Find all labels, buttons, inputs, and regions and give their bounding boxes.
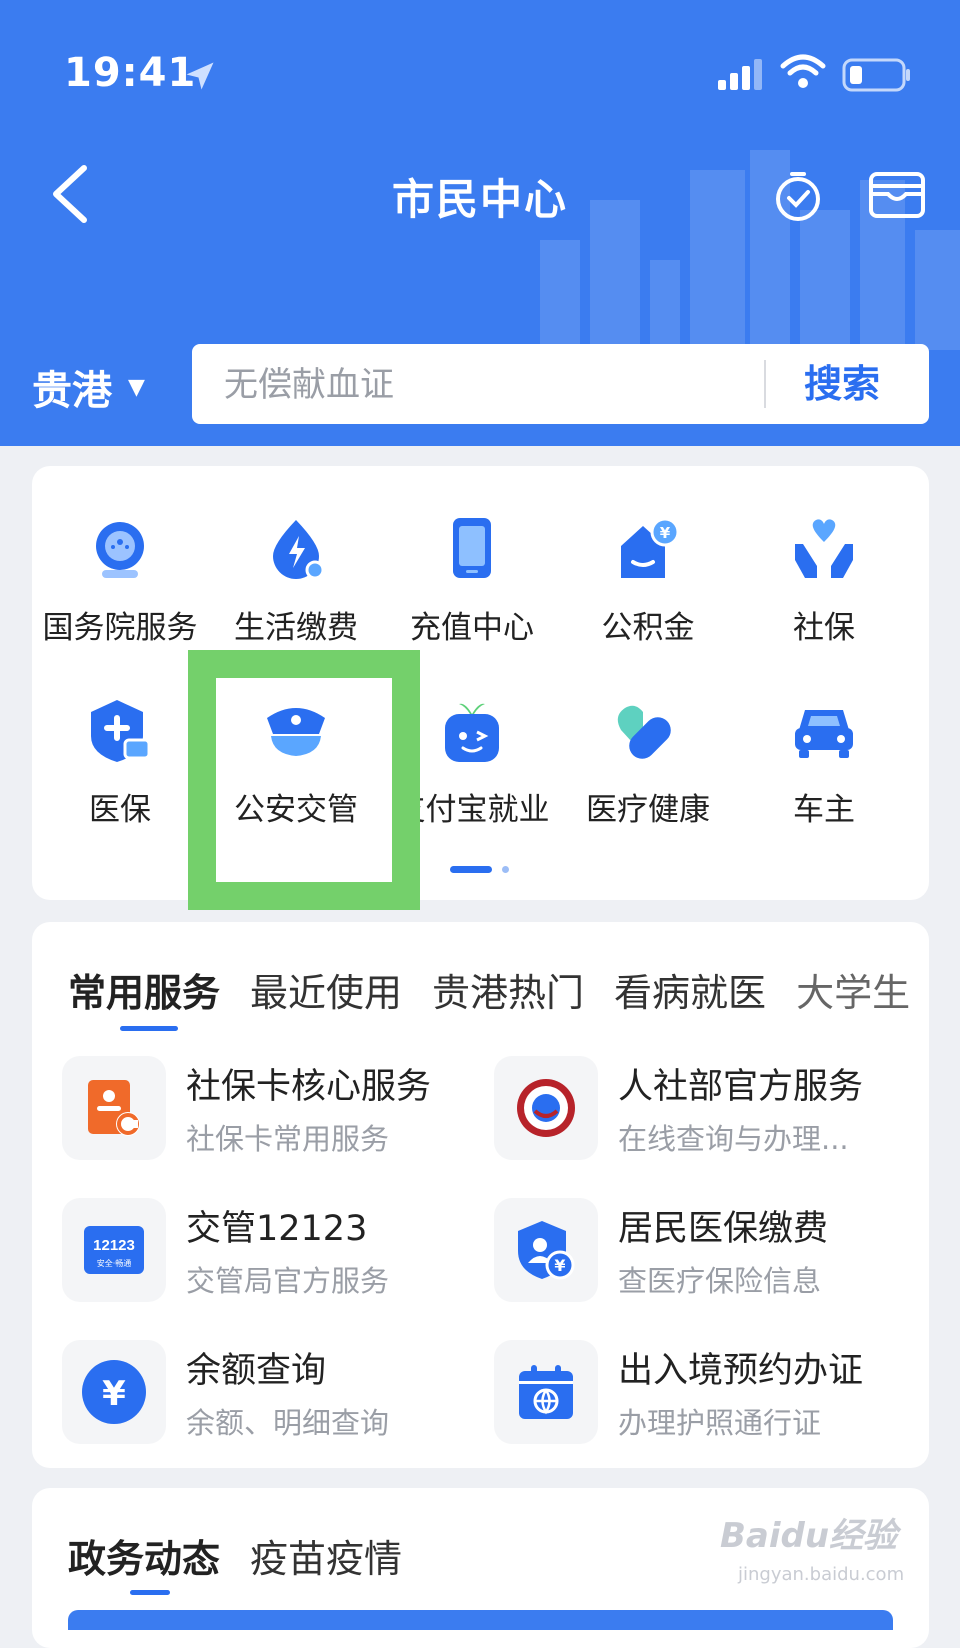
health-icon [617, 705, 671, 759]
grid-item-label: 医保 [89, 792, 151, 828]
news-tabs: 政务动态 疫苗疫情 [68, 1528, 432, 1583]
watermark-url: jingyan.baidu.com [738, 1564, 905, 1585]
grid-item-label: 充值中心 [410, 610, 534, 646]
cell-signal-icon [718, 59, 762, 90]
search-divider [764, 360, 766, 408]
battery-icon [842, 58, 910, 92]
icon-12123-text: 12123 [93, 1237, 135, 1254]
car-owner-icon [795, 710, 853, 758]
grid-item-utility-payment[interactable]: 生活缴费 [208, 514, 384, 647]
passport-calendar-icon [519, 1365, 573, 1419]
grid-item-label: 国务院服务 [42, 610, 198, 646]
caret-down-icon: ▼ [128, 374, 145, 400]
service-subtitle: 查医疗保险信息 [618, 1264, 822, 1298]
police-cap-icon [267, 708, 325, 756]
grid-item-state-council[interactable]: 国务院服务 [32, 514, 208, 647]
tab-gov-news[interactable]: 政务动态 [68, 1528, 220, 1583]
mohrss-badge-icon [517, 1079, 575, 1137]
service-item-balance[interactable]: ¥ 余额查询 余额、明细查询 [62, 1340, 482, 1444]
grid-item-label: 社保 [793, 610, 855, 646]
active-tab-indicator [120, 1026, 178, 1031]
grid-item-social-security[interactable]: 社保 [736, 514, 912, 647]
service-icon-tile [62, 1056, 166, 1160]
tab-vaccine[interactable]: 疫苗疫情 [250, 1528, 402, 1583]
housing-fund-icon: ¥ [621, 517, 680, 578]
grid-item-alipay-job[interactable]: 支付宝就业 [384, 696, 560, 829]
search-input[interactable] [222, 354, 726, 416]
service-item-social-card[interactable]: 社保卡核心服务 社保卡常用服务 [62, 1056, 482, 1160]
pager-indicator [502, 866, 509, 873]
active-tab-indicator [130, 1590, 170, 1595]
state-council-icon [96, 522, 144, 578]
service-item-mohrss[interactable]: 人社部官方服务 在线查询与办理... [494, 1056, 914, 1160]
city-selector[interactable]: 贵港 ▼ [32, 358, 145, 416]
traffic-12123-icon: 12123 安全·畅通 [84, 1226, 144, 1274]
service-title: 交管12123 [186, 1209, 368, 1249]
grid-item-police-traffic[interactable]: 公安交管 [208, 696, 384, 829]
tab-medical[interactable]: 看病就医 [614, 962, 766, 1017]
tab-local-hot[interactable]: 贵港热门 [432, 962, 584, 1017]
service-icon-tile [494, 1340, 598, 1444]
search-button[interactable]: 搜索 [804, 354, 880, 414]
service-grid: 国务院服务 生活缴费 充值中心 ¥ 公积金 社保 医保 公安交管 支付宝就业 医… [32, 466, 929, 900]
alarm-clock-icon[interactable] [770, 168, 826, 224]
service-item-medical-payment[interactable]: ¥ 居民医保缴费 查医疗保险信息 [494, 1198, 914, 1302]
tab-recent[interactable]: 最近使用 [250, 962, 402, 1017]
card-wallet-icon[interactable] [868, 168, 926, 222]
yuan-balance-icon: ¥ [82, 1360, 146, 1424]
social-security-icon [795, 519, 853, 578]
services-tabs: 常用服务 最近使用 贵港热门 看病就医 大学生 [68, 962, 929, 1017]
grid-item-label: 生活缴费 [234, 610, 358, 646]
alipay-job-icon [445, 703, 499, 762]
service-item-traffic-12123[interactable]: 12123 安全·畅通 交管12123 交管局官方服务 [62, 1198, 482, 1302]
svg-text:¥: ¥ [554, 1256, 565, 1275]
service-item-exit-entry[interactable]: 出入境预约办证 办理护照通行证 [494, 1340, 914, 1444]
service-subtitle: 交管局官方服务 [186, 1264, 390, 1298]
city-name: 贵港 [32, 368, 112, 414]
grid-item-health[interactable]: 医疗健康 [560, 696, 736, 829]
wifi-icon [780, 54, 826, 88]
svg-text:¥: ¥ [102, 1374, 126, 1414]
service-subtitle: 余额、明细查询 [186, 1406, 390, 1440]
phone-recharge-icon [453, 518, 491, 578]
medical-insurance-icon [91, 700, 151, 762]
watermark: Baidu经验 [720, 1516, 898, 1556]
service-subtitle: 在线查询与办理... [618, 1122, 849, 1156]
service-icon-tile [494, 1056, 598, 1160]
grid-item-recharge[interactable]: 充值中心 [384, 514, 560, 647]
utility-payment-icon [273, 520, 325, 580]
medical-payment-icon: ¥ [518, 1221, 575, 1280]
service-title: 人社部官方服务 [618, 1067, 864, 1107]
service-icon-tile: ¥ [62, 1340, 166, 1444]
grid-item-label: 公安交管 [234, 792, 358, 828]
tab-college[interactable]: 大学生 [796, 962, 910, 1017]
social-card-icon [88, 1080, 140, 1136]
svg-text:¥: ¥ [660, 524, 671, 542]
tab-common-services[interactable]: 常用服务 [68, 962, 220, 1017]
news-banner[interactable] [68, 1610, 893, 1630]
service-subtitle: 办理护照通行证 [618, 1406, 822, 1440]
service-icon-tile: ¥ [494, 1198, 598, 1302]
icon-12123-subtext: 安全·畅通 [97, 1258, 132, 1268]
service-title: 余额查询 [186, 1351, 327, 1391]
services-card: 常用服务最近使用贵港热门看病就医大学生 社保卡核心服务 社保卡常用服务 [32, 922, 929, 1468]
service-icon-tile: 12123 安全·畅通 [62, 1198, 166, 1302]
grid-item-housing-fund[interactable]: ¥ 公积金 [560, 514, 736, 647]
grid-item-car-owner[interactable]: 车主 [736, 696, 912, 829]
search-box: 搜索 [192, 344, 929, 424]
grid-item-label: 支付宝就业 [394, 792, 550, 828]
service-title: 居民医保缴费 [618, 1209, 829, 1249]
header: 19:41 市民中心 贵港 ▼ 搜索 [0, 0, 960, 446]
location-arrow-icon [186, 62, 214, 90]
grid-item-medical-insurance[interactable]: 医保 [32, 696, 208, 829]
grid-item-label: 公积金 [601, 610, 695, 646]
grid-item-label: 医疗健康 [586, 792, 710, 828]
service-title: 出入境预约办证 [618, 1351, 864, 1391]
service-title: 社保卡核心服务 [186, 1067, 432, 1107]
grid-item-label: 车主 [793, 792, 855, 828]
status-time: 19:41 [64, 50, 197, 96]
service-subtitle: 社保卡常用服务 [186, 1122, 390, 1156]
pager-indicator-active [450, 866, 492, 873]
